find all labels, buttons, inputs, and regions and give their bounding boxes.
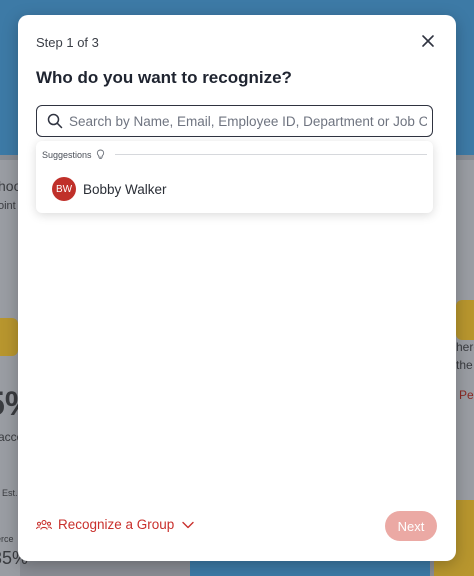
modal-title: Who do you want to recognize? [36, 68, 292, 87]
group-icon [36, 519, 52, 530]
step-indicator: Step 1 of 3 [36, 35, 99, 50]
suggestions-divider [114, 154, 427, 155]
close-icon[interactable] [420, 33, 436, 49]
search-box[interactable] [36, 105, 433, 137]
suggestions-dropdown: Suggestions BW Bobby Walker [36, 141, 433, 213]
next-button[interactable]: Next [385, 511, 437, 541]
background-card-left [0, 160, 20, 576]
search-icon [47, 113, 63, 129]
recognize-group-toggle[interactable]: Recognize a Group [36, 517, 195, 532]
background-highlight-left [0, 318, 18, 356]
suggestions-header: Suggestions [42, 149, 427, 160]
suggestion-item-bobby-walker[interactable]: BW Bobby Walker [52, 177, 167, 201]
background-highlight-right [456, 300, 474, 340]
lightbulb-icon [96, 149, 104, 160]
background-text: oint [0, 200, 16, 212]
search-input[interactable] [69, 109, 427, 133]
avatar: BW [52, 177, 76, 201]
background-text: here [456, 340, 474, 354]
background-text: Est. [2, 488, 18, 498]
suggestions-label: Suggestions [42, 149, 92, 160]
recognize-group-label: Recognize a Group [58, 517, 175, 532]
background-text: erce [0, 534, 14, 544]
recognition-modal: Step 1 of 3 Who do you want to recognize… [18, 15, 456, 561]
suggestion-name: Bobby Walker [83, 181, 167, 197]
background-text: the [456, 358, 473, 372]
background-text: Pe [459, 388, 474, 402]
chevron-down-icon [182, 521, 195, 528]
